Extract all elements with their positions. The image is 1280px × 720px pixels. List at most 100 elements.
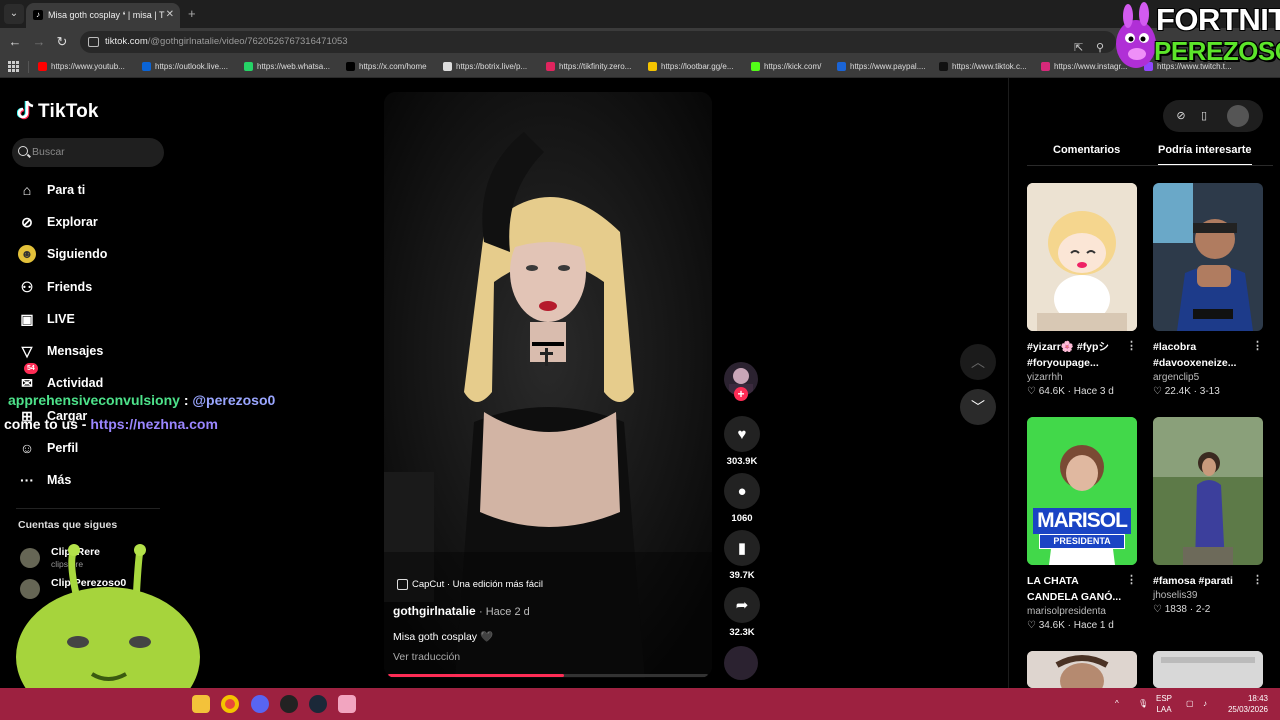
tab-comments[interactable]: Comentarios — [1053, 144, 1120, 156]
next-video-avatar[interactable] — [724, 646, 758, 680]
bookmark-item[interactable]: https://www.paypal.... — [837, 59, 926, 75]
chevron-up-icon[interactable]: ^ — [1115, 698, 1119, 709]
clock-date: 25/03/2026 — [1227, 705, 1268, 714]
video-thumbnail[interactable] — [1153, 183, 1263, 331]
video-thumbnail[interactable] — [1027, 651, 1137, 688]
previous-video-button[interactable]: ︿ — [960, 344, 996, 380]
card-title[interactable]: #famosa #parati — [1153, 573, 1253, 589]
tab-search-button[interactable]: ⌄ — [4, 4, 24, 24]
like-action[interactable]: ♥ 303.9K — [722, 416, 762, 467]
new-tab-button[interactable]: + — [188, 6, 196, 21]
bookmark-item[interactable]: https://web.whatsa... — [244, 59, 330, 75]
clock[interactable]: 18:43 25/03/2026 — [1222, 693, 1268, 715]
obs-icon[interactable] — [280, 695, 298, 713]
card-username[interactable]: jhoselis39 — [1153, 590, 1265, 601]
video-thumbnail[interactable] — [1153, 417, 1263, 565]
sidebar-item-label: Explorar — [47, 215, 98, 229]
volume-icon[interactable]: ♪ — [1203, 698, 1207, 709]
next-video-button[interactable]: ﹀ — [960, 389, 996, 425]
see-translation-link[interactable]: Ver traducción — [393, 651, 460, 663]
sidebar-item-siguiendo[interactable]: ☻ Siguiendo — [16, 242, 166, 266]
video-thumbnail[interactable]: MARISOL PRESIDENTA — [1027, 417, 1137, 565]
bookmark-item[interactable]: https://www.tiktok.c... — [939, 59, 1027, 75]
suggested-video-card[interactable]: #famosa #parati ⋮ jhoselis39 ♡ 1838 · 2-… — [1153, 417, 1265, 615]
site-info-icon[interactable] — [88, 37, 99, 47]
share-action[interactable]: ➦ 32.3K — [722, 587, 762, 638]
card-title[interactable]: #lacobra #davooxeneize... — [1153, 339, 1253, 371]
card-likes: 1838 — [1164, 604, 1187, 615]
comment-action[interactable]: ● 1060 — [722, 473, 762, 524]
bookmark-item[interactable]: https://tikfinity.zero... — [546, 59, 631, 75]
heart-icon[interactable]: ♥ — [724, 416, 760, 452]
sidebar-item-perfil[interactable]: ☺ Perfil — [16, 436, 166, 460]
card-date: 3-13 — [1199, 386, 1220, 397]
phone-icon[interactable]: ▯ — [1196, 108, 1212, 124]
sidebar-item-más[interactable]: ··· Más — [16, 468, 166, 492]
forward-button[interactable]: → — [30, 33, 48, 51]
app-icon[interactable] — [338, 695, 356, 713]
bookmark-item[interactable]: https://x.com/home — [346, 59, 427, 75]
sidebar-item-live[interactable]: ▣ LIVE — [16, 307, 166, 331]
tab-suggested[interactable]: Podría interesarte — [1158, 144, 1252, 166]
card-username[interactable]: yizarrhh — [1027, 372, 1139, 383]
video-player[interactable]: CapCut · Una edición más fácil gothgirln… — [384, 92, 712, 678]
suggested-video-card[interactable]: #lacobra #davooxeneize... ⋮ argenclip5 ♡… — [1153, 183, 1265, 397]
suggested-video-card[interactable]: MARISOL PRESIDENTA LA CHATA CANDELA GANÓ… — [1027, 417, 1139, 631]
card-title[interactable]: LA CHATA CANDELA GANÓ... — [1027, 573, 1127, 605]
card-title[interactable]: #yizarr🌸 #fypシ #foryoupage... — [1027, 339, 1127, 371]
sidebar-item-mensajes[interactable]: ▽ Mensajes — [16, 339, 166, 363]
follow-plus-button[interactable]: + — [734, 387, 748, 401]
bookmark-item[interactable]: https://outlook.live.... — [142, 59, 228, 75]
sidebar-item-para-ti[interactable]: ⌂ Para ti — [16, 178, 166, 202]
video-thumbnail[interactable] — [1153, 651, 1263, 688]
capcut-label[interactable]: CapCut · Una edición más fácil — [397, 579, 543, 590]
video-thumbnail[interactable] — [1027, 183, 1137, 331]
file-explorer-icon[interactable] — [192, 695, 210, 713]
card-username[interactable]: argenclip5 — [1153, 372, 1265, 383]
share-icon[interactable]: ➦ — [724, 587, 760, 623]
search-input[interactable]: Buscar — [12, 138, 164, 167]
comment-icon[interactable]: ● — [724, 473, 760, 509]
discord-icon[interactable] — [251, 695, 269, 713]
close-tab-icon[interactable]: ✕ — [166, 9, 174, 20]
bookmark-item[interactable]: https://lootbar.gg/e... — [648, 59, 734, 75]
promo-link[interactable]: https://nezhna.com — [90, 416, 218, 432]
save-action[interactable]: ▮ 39.7K — [722, 530, 762, 581]
user-avatar[interactable] — [1227, 105, 1249, 127]
sidebar-item-friends[interactable]: ⚇ Friends — [16, 275, 166, 299]
language-indicator[interactable]: ESP LAA — [1156, 693, 1172, 715]
more-options-icon[interactable]: ⋮ — [1252, 339, 1263, 352]
microphone-icon[interactable]: 🎙 — [1138, 698, 1148, 709]
network-icon[interactable]: ▢ — [1186, 698, 1194, 709]
suggested-video-card[interactable]: #yizarr🌸 #fypシ #foryoupage... ⋮ yizarrhh… — [1027, 183, 1139, 397]
sidebar-item-explorar[interactable]: ⊘ Explorar — [16, 210, 166, 234]
bookmark-favicon-icon — [939, 62, 948, 71]
apps-grid-icon[interactable] — [8, 61, 19, 72]
bookmark-icon[interactable]: ▮ — [724, 530, 760, 566]
card-username[interactable]: marisolpresidenta — [1027, 606, 1139, 617]
chrome-icon[interactable] — [221, 695, 239, 713]
address-bar[interactable]: tiktok.com/@gothgirlnatalie/video/762052… — [80, 31, 1116, 54]
back-button[interactable]: ← — [6, 33, 24, 51]
partial-thumbnail-image — [1153, 651, 1263, 688]
save-count: 39.7K — [729, 570, 755, 581]
card-date: 2-2 — [1195, 604, 1211, 615]
steam-icon[interactable] — [309, 695, 327, 713]
compass-icon[interactable]: ⊘ — [1173, 108, 1189, 124]
bookmark-item[interactable]: https://botrix.live/p... — [443, 59, 527, 75]
reload-button[interactable]: ↻ — [53, 33, 71, 51]
more-options-icon[interactable]: ⋮ — [1126, 573, 1137, 586]
more-options-icon[interactable]: ⋮ — [1252, 573, 1263, 586]
clock-time: 18:43 — [1247, 694, 1268, 703]
right-panel: ⊘ ▯ Comentarios Podría interesarte #yiza… — [1008, 78, 1280, 688]
video-progress-bar[interactable] — [388, 674, 708, 677]
author-name: gothgirlnatalie — [393, 604, 476, 618]
tiktok-logo[interactable]: TikTok — [17, 100, 99, 123]
bookmark-item[interactable]: https://www.youtub... — [38, 59, 125, 75]
more-options-icon[interactable]: ⋮ — [1126, 339, 1137, 352]
video-author[interactable]: gothgirlnatalie · Hace 2 d — [393, 604, 530, 618]
search-icon — [18, 146, 28, 156]
browser-tab[interactable]: ♪ Misa goth cosplay ❛ | misa | T ✕ — [26, 3, 180, 28]
thumb-headline: MARISOL — [1033, 508, 1131, 534]
bookmark-item[interactable]: https://kick.com/ — [751, 59, 821, 75]
